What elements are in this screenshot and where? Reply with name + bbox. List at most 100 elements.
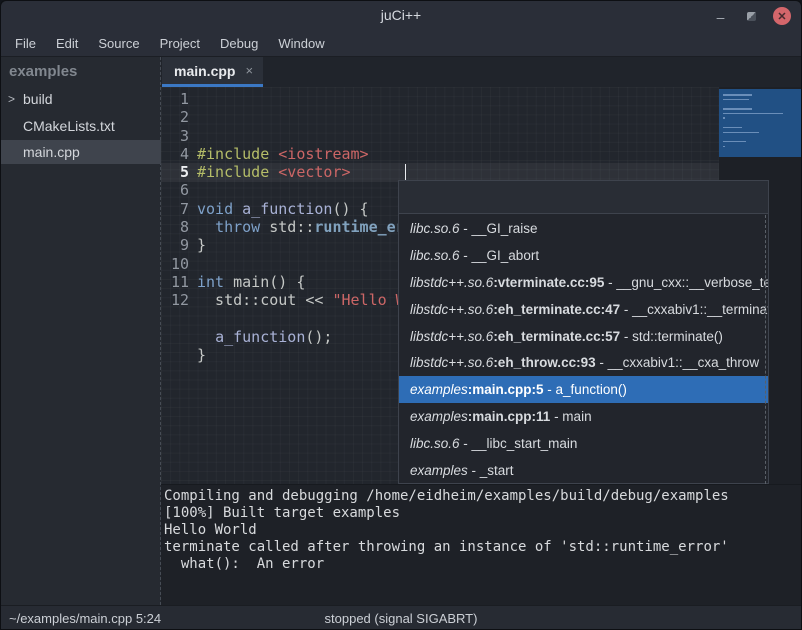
stack-module: examples bbox=[410, 382, 468, 397]
terminal-line: terminate called after throwing an insta… bbox=[164, 539, 802, 556]
callstack-scrollbar[interactable] bbox=[765, 215, 766, 484]
code-segment bbox=[197, 328, 215, 346]
tab-label: main.cpp bbox=[174, 63, 235, 79]
minimap-code-line bbox=[723, 94, 752, 96]
line-number[interactable]: 8 bbox=[161, 218, 189, 236]
code-segment bbox=[233, 200, 242, 218]
callstack-popup: libc.so.6 - __GI_raiselibc.so.6 - __GI_a… bbox=[398, 180, 769, 484]
code-segment: a_function bbox=[242, 200, 332, 218]
code-segment: a_function bbox=[215, 328, 305, 346]
terminal-line: what(): An error bbox=[164, 556, 802, 573]
callstack-item[interactable]: examples:main.cpp:5 - a_function() bbox=[399, 376, 768, 403]
line-number[interactable]: 4 bbox=[161, 145, 189, 163]
tab-close-icon[interactable]: × bbox=[245, 63, 253, 78]
tree-item-build[interactable]: >build bbox=[1, 87, 161, 111]
stack-location: :main.cpp:5 bbox=[468, 382, 544, 397]
stack-module: libstdc++.so.6 bbox=[410, 355, 493, 370]
callstack-item[interactable]: libc.so.6 - __libc_start_main bbox=[399, 430, 768, 457]
minimap-code-line bbox=[723, 108, 752, 110]
stack-function: - __gnu_cxx::__verbose_terminate_handler… bbox=[604, 275, 768, 290]
title-bar: juCi++ – ✕ bbox=[1, 1, 801, 31]
code-segment: (); bbox=[305, 328, 332, 346]
stack-module: libc.so.6 bbox=[410, 436, 460, 451]
callstack-item[interactable]: libstdc++.so.6:eh_terminate.cc:47 - __cx… bbox=[399, 296, 768, 323]
stack-location: :vterminate.cc:95 bbox=[493, 275, 604, 290]
tab-main-cpp[interactable]: main.cpp × bbox=[162, 57, 263, 87]
code-segment: } bbox=[197, 346, 206, 364]
code-segment: void bbox=[197, 200, 233, 218]
stack-function: - __GI_raise bbox=[460, 221, 538, 236]
code-segment bbox=[197, 218, 215, 236]
callstack-item[interactable]: libc.so.6 - __GI_abort bbox=[399, 242, 768, 269]
tree-item-label: main.cpp bbox=[23, 140, 80, 164]
stack-module: examples bbox=[410, 463, 468, 478]
callstack-item[interactable]: libstdc++.so.6:eh_terminate.cc:57 - std:… bbox=[399, 323, 768, 350]
tree-item-cmakelists-txt[interactable]: CMakeLists.txt bbox=[1, 114, 161, 138]
stack-function: - _start bbox=[468, 463, 514, 478]
stack-module: libstdc++.so.6 bbox=[410, 275, 493, 290]
menu-item-debug[interactable]: Debug bbox=[210, 33, 268, 54]
code-line-2[interactable]: #include <vector> bbox=[197, 163, 719, 181]
app-window: juCi++ – ✕ FileEditSourceProjectDebugWin… bbox=[0, 0, 802, 630]
minimap-viewport[interactable] bbox=[719, 89, 801, 157]
line-number[interactable]: 6 bbox=[161, 181, 189, 199]
tab-bar: main.cpp × bbox=[161, 57, 802, 87]
tree-item-main-cpp[interactable]: main.cpp bbox=[1, 140, 161, 164]
callstack-item[interactable]: libstdc++.so.6:eh_throw.cc:93 - __cxxabi… bbox=[399, 349, 768, 376]
code-segment: int bbox=[197, 273, 224, 291]
menu-item-file[interactable]: File bbox=[5, 33, 46, 54]
code-segment: <iostream> bbox=[278, 145, 368, 163]
stack-function: - __cxxabiv1::__cxa_throw bbox=[596, 355, 760, 370]
tree-item-label: CMakeLists.txt bbox=[23, 114, 115, 138]
menu-item-project[interactable]: Project bbox=[150, 33, 210, 54]
menu-item-edit[interactable]: Edit bbox=[46, 33, 88, 54]
file-tree-sidebar: examples >buildCMakeLists.txtmain.cpp bbox=[1, 57, 161, 605]
callstack-item[interactable]: libc.so.6 - __GI_raise bbox=[399, 215, 768, 242]
callstack-item[interactable]: examples - _start bbox=[399, 457, 768, 484]
terminal-output[interactable]: Compiling and debugging /home/eidheim/ex… bbox=[161, 484, 802, 605]
tree-item-label: build bbox=[23, 87, 53, 111]
stack-module: libstdc++.so.6 bbox=[410, 302, 493, 317]
code-segment: main() { bbox=[224, 273, 305, 291]
minimap-code-line bbox=[723, 146, 725, 148]
line-number-gutter[interactable]: 123456789101112 bbox=[161, 90, 197, 310]
line-number[interactable]: 12 bbox=[161, 291, 189, 309]
stack-location: :main.cpp:11 bbox=[468, 409, 551, 424]
code-segment: "Hello W bbox=[332, 291, 404, 309]
line-number[interactable]: 1 bbox=[161, 90, 189, 108]
stack-module: examples bbox=[410, 409, 468, 424]
minimap-code-line bbox=[723, 99, 749, 101]
line-number[interactable]: 3 bbox=[161, 127, 189, 145]
close-button[interactable]: ✕ bbox=[773, 7, 791, 25]
code-segment: <vector> bbox=[278, 163, 350, 181]
callstack-item[interactable]: libstdc++.so.6:vterminate.cc:95 - __gnu_… bbox=[399, 269, 768, 296]
line-number[interactable]: 5 bbox=[161, 163, 189, 181]
stack-location: :eh_throw.cc:93 bbox=[493, 355, 595, 370]
restore-button[interactable] bbox=[743, 8, 760, 25]
minimap-code-line bbox=[723, 113, 783, 115]
stack-function: - __cxxabiv1::__terminate(void (*)()) bbox=[620, 302, 768, 317]
code-line-1[interactable]: #include <iostream> bbox=[197, 145, 719, 163]
line-number[interactable]: 10 bbox=[161, 255, 189, 273]
callstack-item[interactable]: examples:main.cpp:11 - main bbox=[399, 403, 768, 430]
code-segment: throw bbox=[215, 218, 260, 236]
menu-item-source[interactable]: Source bbox=[88, 33, 149, 54]
minimize-button[interactable]: – bbox=[712, 8, 729, 25]
code-segment: } bbox=[197, 236, 206, 254]
stack-function: - a_function() bbox=[544, 382, 627, 397]
code-segment: std:: bbox=[260, 218, 314, 236]
code-segment: #include bbox=[197, 163, 278, 181]
stack-module: libstdc++.so.6 bbox=[410, 329, 493, 344]
stack-function: - __libc_start_main bbox=[460, 436, 578, 451]
stack-function: - main bbox=[550, 409, 591, 424]
stack-function: - std::terminate() bbox=[620, 329, 723, 344]
menu-item-window[interactable]: Window bbox=[268, 33, 334, 54]
line-number[interactable]: 2 bbox=[161, 108, 189, 126]
stack-function: - __GI_abort bbox=[460, 248, 540, 263]
line-number[interactable]: 7 bbox=[161, 200, 189, 218]
callstack-list: libc.so.6 - __GI_raiselibc.so.6 - __GI_a… bbox=[399, 215, 768, 484]
line-number[interactable]: 11 bbox=[161, 273, 189, 291]
terminal-line: [100%] Built target examples bbox=[164, 505, 802, 522]
line-number[interactable]: 9 bbox=[161, 236, 189, 254]
callstack-popup-header bbox=[399, 181, 768, 214]
